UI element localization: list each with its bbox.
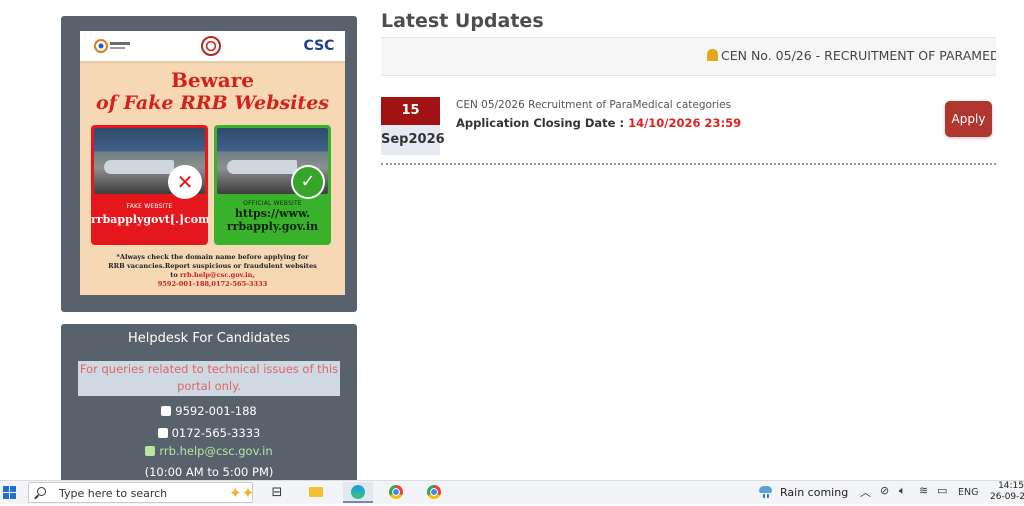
official-url-line1: https://www. [234, 207, 311, 220]
weather-status[interactable]: Rain coming [780, 486, 848, 499]
fake-website-warning-card: CSC Beware of Fake RRB Websites ✕ FAKE W… [61, 16, 357, 312]
official-website-caption: OFFICIAL WEBSITE [243, 200, 302, 207]
battery-icon[interactable]: ▭ [937, 484, 947, 497]
latest-updates-title: Latest Updates [381, 10, 544, 32]
fake-cross-icon: ✕ [168, 165, 202, 199]
notice-date-day: 15 [381, 97, 440, 125]
ticker-item-text[interactable]: CEN No. 05/26 - RECRUITMENT OF PARAMEDIC… [721, 48, 996, 63]
updates-ticker[interactable]: CEN No. 05/26 - RECRUITMENT OF PARAMEDIC… [381, 37, 996, 76]
fake-website-caption: FAKE WEBSITE [126, 203, 173, 210]
closing-date-value: 14/10/2026 23:59 [628, 116, 742, 130]
indian-railways-logo-icon [201, 36, 221, 56]
helpdesk-hours: (10:00 AM to 5:00 PM) [144, 465, 274, 479]
windows-start-icon[interactable] [3, 486, 16, 499]
official-check-icon: ✓ [291, 165, 325, 199]
volume-icon[interactable]: 🔈︎ [899, 484, 906, 498]
poster-headline-line1: Beware [170, 68, 255, 92]
poster-note-line1: *Always check the domain name before app… [116, 253, 309, 261]
copilot-sparkle-icon[interactable]: ✦✦ [229, 484, 254, 502]
network-off-icon[interactable]: ⊘ [880, 484, 889, 497]
notice-title: CEN 05/2026 Recruitment of ParaMedical c… [456, 99, 732, 111]
helpdesk-notice: For queries related to technical issues … [78, 361, 340, 396]
task-view-icon[interactable]: ⊟ [265, 482, 289, 503]
bell-icon [707, 49, 718, 61]
helpdesk-email[interactable]: rrb.help@csc.gov.in [61, 444, 357, 458]
poster-note-phones: 9592-001-188,0172-565-3333 [157, 280, 268, 288]
rain-cloud-icon[interactable] [757, 484, 774, 498]
closing-date-label: Application Closing Date : [456, 116, 625, 130]
fake-website-poster: CSC Beware of Fake RRB Websites ✕ FAKE W… [80, 31, 345, 295]
fake-website-example: ✕ FAKE WEBSITE rrbapplygovt[.]com [91, 125, 208, 245]
official-website-url: https://www. rrbapply.gov.in [214, 207, 331, 233]
file-explorer-icon[interactable] [304, 482, 328, 503]
wifi-icon[interactable]: ≋ [919, 484, 928, 497]
edge-browser-icon[interactable] [343, 482, 373, 503]
poster-note-line2: RRB vacancies.Report suspicious or fraud… [108, 262, 317, 270]
search-icon [37, 487, 46, 496]
notice-date-month: Sep2026 [381, 125, 445, 155]
ticker-item[interactable]: CEN No. 05/26 - RECRUITMENT OF PARAMEDIC… [707, 48, 996, 63]
notice-item: 15 Sep2026 CEN 05/2026 Recruitment of Pa… [381, 95, 996, 165]
notice-date: 15 Sep2026 [381, 97, 445, 155]
helpdesk-phone-2: 0172-565-3333 [61, 426, 357, 440]
chrome-profile-icon[interactable] [384, 482, 408, 503]
helpdesk-phone-1: 9592-001-188 [61, 404, 357, 418]
poster-note-prefix: to [170, 271, 181, 279]
poster-logo-strip: CSC [80, 31, 345, 63]
poster-headline-line2: of Fake RRB Websites [96, 92, 329, 114]
notice-closing-date: Application Closing Date : 14/10/2026 23… [456, 116, 741, 130]
poster-advisory-text: *Always check the domain name before app… [86, 253, 339, 289]
official-website-example: ✓ OFFICIAL WEBSITE https://www. rrbapply… [214, 125, 331, 245]
clock-time[interactable]: 14:15 [998, 481, 1024, 491]
taskbar-clock[interactable]: 14:15 26-09-2025 [990, 481, 1024, 503]
helpdesk-title: Helpdesk For Candidates [128, 331, 290, 346]
phone-icon [157, 428, 168, 438]
official-url-line2: rrbapply.gov.in [226, 220, 319, 233]
poster-headline: Beware of Fake RRB Websites [80, 69, 345, 115]
helpdesk-phone-1-number: 9592-001-188 [175, 404, 257, 418]
chrome-browser-icon[interactable] [422, 482, 446, 503]
windows-taskbar: Type here to search ✦✦ ⊟ Rain coming ︿ ⊘… [0, 480, 1024, 504]
helpdesk-email-address[interactable]: rrb.help@csc.gov.in [159, 444, 272, 458]
csc-logo: CSC [303, 38, 335, 54]
poster-note-email: rrb.help@csc.gov.in, [180, 271, 255, 279]
helpdesk-panel: Helpdesk For Candidates For queries rela… [61, 324, 357, 484]
input-language[interactable]: ENG [958, 487, 978, 498]
tray-overflow-chevron-icon[interactable]: ︿ [860, 484, 871, 500]
clock-date[interactable]: 26-09-2025 [990, 492, 1024, 502]
digital-india-logo-icon [94, 39, 130, 53]
taskbar-search-box[interactable]: Type here to search ✦✦ [28, 482, 254, 503]
apply-button[interactable]: Apply [945, 101, 992, 137]
phone-icon [161, 406, 172, 416]
taskbar-search-placeholder[interactable]: Type here to search [59, 487, 167, 500]
helpdesk-phone-2-number: 0172-565-3333 [171, 426, 261, 440]
mail-icon [145, 446, 156, 456]
fake-website-url: rrbapplygovt[.]com [91, 213, 208, 226]
